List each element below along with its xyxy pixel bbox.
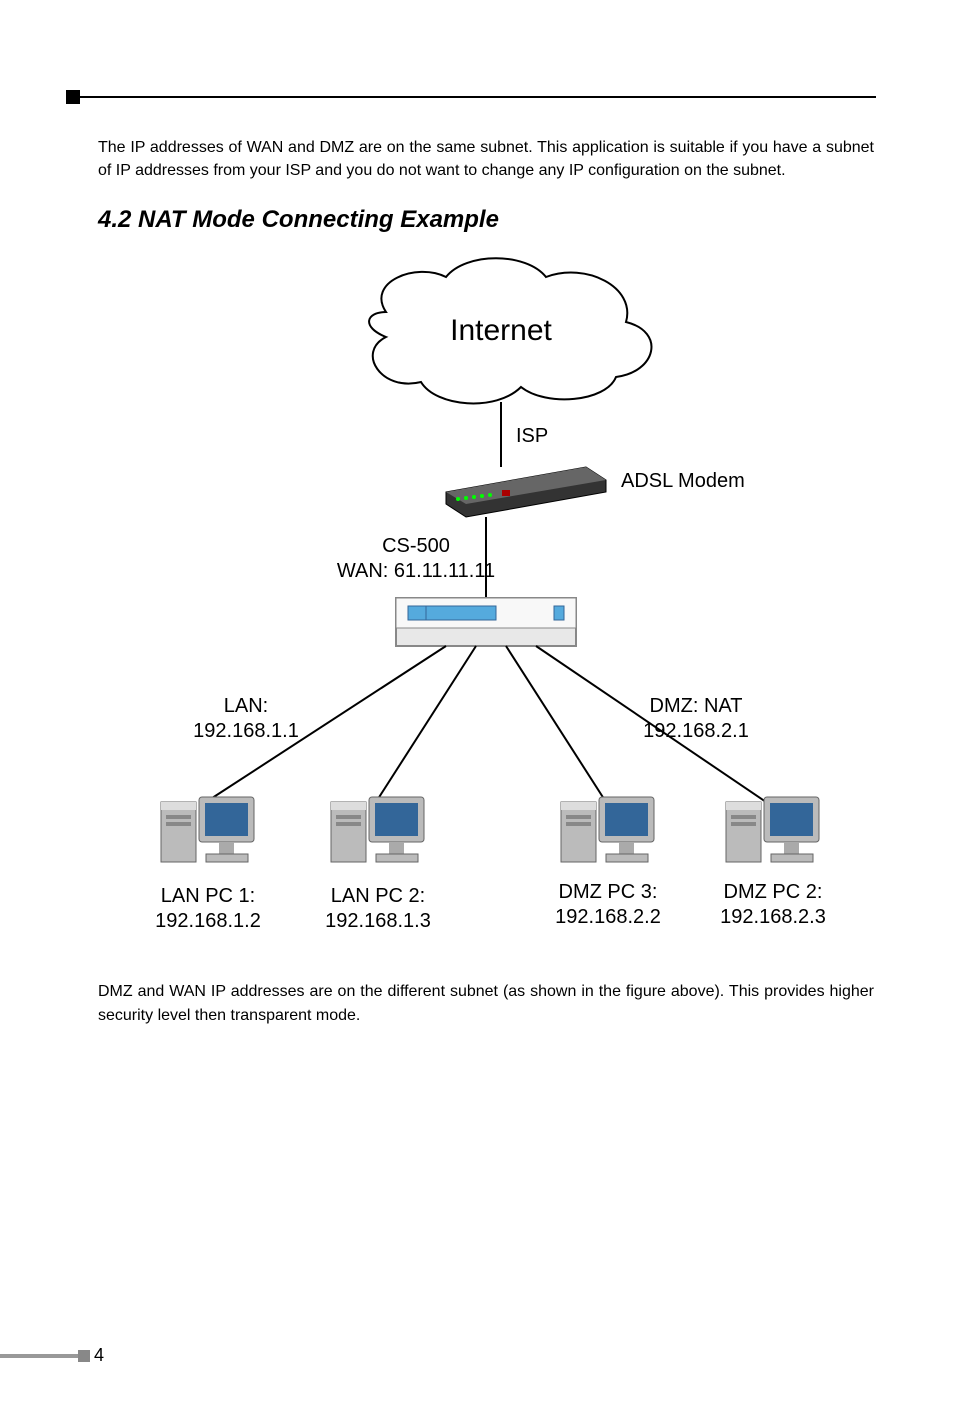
internet-label: Internet [450, 314, 552, 347]
dmz-label-line2: 192.168.2.1 [643, 720, 749, 742]
page-number: 4 [94, 1345, 104, 1366]
router-model-label: CS-500 [382, 535, 450, 557]
internet-cloud-icon: Internet [369, 259, 651, 404]
lan-pc2-icon [331, 797, 424, 862]
dmz-pc2-label-line2: 192.168.2.3 [720, 906, 826, 928]
dmz-pc3-icon [561, 797, 654, 862]
adsl-modem-icon: ADSL Modem [446, 467, 745, 517]
page-number-rail [0, 1354, 80, 1358]
dmz-pc3-label-line1: DMZ PC 3: [559, 881, 658, 903]
dmz-pc2-icon [726, 797, 819, 862]
lan-pc2-label-line1: LAN PC 2: [331, 885, 425, 907]
section-heading: 4.2 NAT Mode Connecting Example [98, 206, 874, 234]
router-icon [396, 598, 576, 646]
lan-pc2-label-line2: 192.168.1.3 [325, 910, 431, 932]
dmz-label-line1: DMZ: NAT [650, 695, 743, 717]
header-rule-marker [66, 90, 80, 104]
intro-paragraph: The IP addresses of WAN and DMZ are on t… [98, 136, 874, 182]
lan-pc1-icon [161, 797, 254, 862]
closing-paragraph: DMZ and WAN IP addresses are on the diff… [98, 980, 874, 1026]
dmz-pc2-label-line1: DMZ PC 2: [724, 881, 823, 903]
lan-label-line2: 192.168.1.1 [193, 720, 299, 742]
lan-pc1-label-line2: 192.168.1.2 [155, 910, 261, 932]
lan-label-line1: LAN: [224, 695, 268, 717]
network-diagram: Internet ISP ADSL Modem CS-500 WAN: [106, 242, 866, 980]
dmz-pc3-label-line2: 192.168.2.2 [555, 906, 661, 928]
main-content: The IP addresses of WAN and DMZ are on t… [98, 136, 874, 1051]
router-wan-label: WAN: 61.11.11.11 [337, 560, 495, 582]
isp-label: ISP [516, 425, 548, 447]
lan-pc1-label-line1: LAN PC 1: [161, 885, 255, 907]
modem-label: ADSL Modem [621, 470, 745, 492]
